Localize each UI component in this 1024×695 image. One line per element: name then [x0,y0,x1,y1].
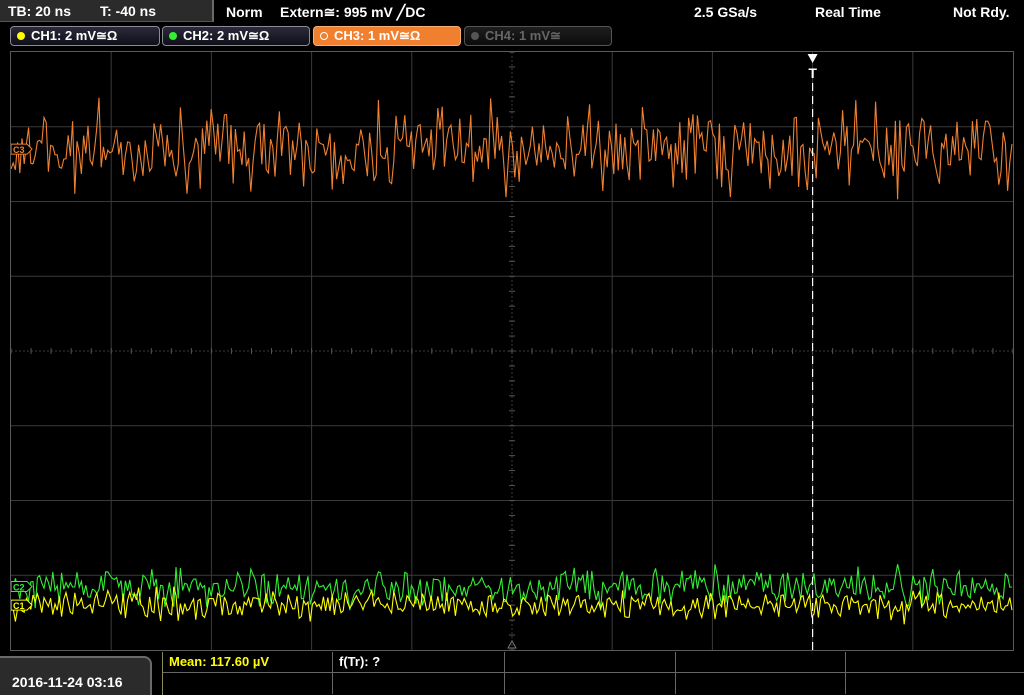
acquisition-state: Not Rdy. [953,4,1010,20]
bottom-bar: 2016-11-24 03:16 Mean: 117.60 µV f(Tr): … [0,652,1024,695]
measurement-slot[interactable] [333,673,505,694]
trigger-source[interactable]: Extern≅: 995 mV ╱DC [280,4,425,21]
timebase-panel[interactable]: TB: 20 ns T: -40 ns [0,0,214,22]
channel-marker-label: C2 [13,582,25,592]
waveform-display[interactable]: C3 C2 C1 T [10,51,1014,651]
acquisition-mode[interactable]: Real Time [815,4,881,20]
trigger-arrow-icon [807,54,818,63]
measurement-mean[interactable]: Mean: 117.60 µV [163,652,333,673]
trigger-mode[interactable]: Norm [226,4,263,20]
ch1-indicator-icon [17,32,25,40]
date-time: 2016-11-24 03:16 [12,674,123,690]
channel-tab-ch4[interactable]: CH4: 1 mV≅ [464,26,612,46]
channel-tab-label: CH1: 2 mV≅Ω [31,28,118,43]
ch4-indicator-icon [471,32,479,40]
channel-marker-label: C1 [13,601,25,611]
measurement-slot[interactable] [846,673,1024,694]
channel-markers[interactable]: C3 C2 C1 [11,143,33,611]
measurement-table[interactable]: Mean: 117.60 µV f(Tr): ? [162,652,1024,695]
channel-tab-label: CH3: 1 mV≅Ω [334,28,421,43]
measurement-slot[interactable] [676,652,846,673]
channel-marker-label: C3 [13,145,25,155]
ch3-indicator-icon [320,32,328,40]
ch2-indicator-icon [169,32,177,40]
measurement-slot[interactable] [505,673,676,694]
channel-tab-label: CH2: 2 mV≅Ω [183,28,270,43]
trigger-time-value: T: -40 ns [100,3,157,19]
trigger-label: T [808,65,817,81]
measurement-rise-freq[interactable]: f(Tr): ? [333,652,505,673]
channel-tab-ch2[interactable]: CH2: 2 mV≅Ω [162,26,310,46]
measurement-slot[interactable] [163,673,333,694]
measurement-slot[interactable] [676,673,846,694]
channel-tab-label: CH4: 1 mV≅ [485,28,561,43]
channel-marker-ch3[interactable]: C3 [11,143,33,155]
sample-rate: 2.5 GSa/s [694,4,758,20]
date-panel: 2016-11-24 03:16 [0,656,152,695]
timebase-value: TB: 20 ns [8,3,72,19]
measurement-slot[interactable] [846,652,1024,673]
channel-bar: CH1: 2 mV≅Ω CH2: 2 mV≅Ω CH3: 1 mV≅Ω CH4:… [0,24,1024,50]
measurement-slot[interactable] [505,652,676,673]
channel-tab-ch3[interactable]: CH3: 1 mV≅Ω [313,26,461,46]
trace-ch2 [11,564,1013,611]
channel-tab-ch1[interactable]: CH1: 2 mV≅Ω [10,26,160,46]
status-bar: TB: 20 ns T: -40 ns Norm Extern≅: 995 mV… [0,0,1024,24]
channel-marker-ch1[interactable]: C1 [11,599,33,611]
channel-marker-ch2[interactable]: C2 [11,580,33,592]
waveform-canvas[interactable]: C3 C2 C1 T [11,52,1013,650]
